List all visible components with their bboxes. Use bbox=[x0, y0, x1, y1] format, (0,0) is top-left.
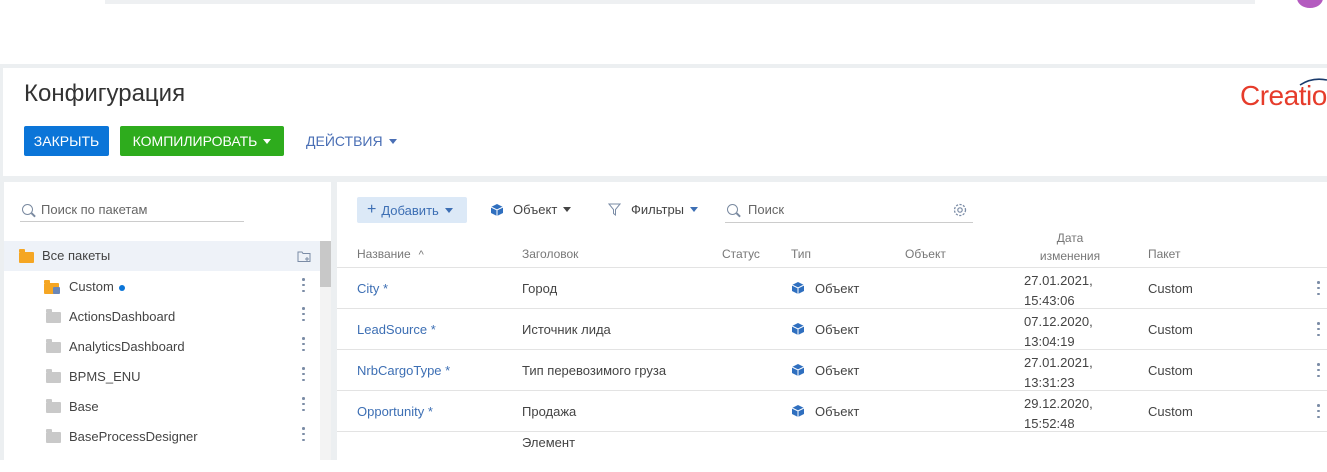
folder-icon bbox=[46, 429, 61, 443]
scrollbar-thumb[interactable] bbox=[320, 241, 331, 287]
more-options-icon[interactable] bbox=[302, 337, 305, 351]
package-item-custom[interactable]: Custom bbox=[69, 279, 125, 294]
row-package: Custom bbox=[1148, 363, 1193, 378]
type-filter-dropdown[interactable]: Объект bbox=[490, 202, 572, 217]
gear-icon[interactable] bbox=[952, 202, 968, 218]
row-name[interactable]: NrbCargoType * bbox=[357, 363, 450, 378]
row-more-options-icon[interactable] bbox=[1317, 322, 1320, 336]
all-packages-label: Все пакеты bbox=[42, 248, 111, 263]
row-package: Custom bbox=[1148, 322, 1193, 337]
cube-icon bbox=[791, 282, 805, 294]
row-name[interactable]: LeadSource * bbox=[357, 322, 436, 337]
package-item-baseprocessdesigner[interactable]: BaseProcessDesigner bbox=[69, 429, 198, 444]
logo-swoosh-icon bbox=[1299, 78, 1327, 86]
filter-icon bbox=[608, 203, 621, 216]
filters-dropdown[interactable]: Фильтры bbox=[608, 202, 699, 217]
package-item-bpms-enu[interactable]: BPMS_ENU bbox=[69, 369, 141, 384]
row-more-options-icon[interactable] bbox=[1317, 404, 1320, 418]
package-item-actionsdashboard[interactable]: ActionsDashboard bbox=[69, 309, 175, 324]
column-header-modified-date[interactable]: Дата изменения bbox=[1025, 229, 1115, 265]
package-search-placeholder: Поиск по пакетам bbox=[41, 202, 148, 217]
chevron-down-icon bbox=[263, 138, 272, 144]
close-button-label: ЗАКРЫТЬ bbox=[33, 133, 100, 149]
chevron-down-icon bbox=[388, 138, 397, 144]
package-item-analyticsdashboard[interactable]: AnalyticsDashboard bbox=[69, 339, 185, 354]
add-folder-icon[interactable] bbox=[297, 250, 311, 263]
column-header-type[interactable]: Тип bbox=[791, 247, 811, 261]
more-options-icon[interactable] bbox=[302, 427, 305, 441]
filters-label: Фильтры bbox=[631, 202, 685, 217]
row-more-options-icon[interactable] bbox=[1317, 363, 1320, 377]
row-type: Объект bbox=[815, 281, 860, 296]
folder-icon bbox=[46, 339, 61, 353]
row-modified-date: 29.12.2020, 15:52:48 bbox=[1024, 396, 1093, 431]
column-header-caption[interactable]: Заголовок bbox=[522, 247, 578, 261]
type-filter-label: Объект bbox=[513, 202, 558, 217]
row-modified-date: 07.12.2020, 13:04:19 bbox=[1024, 314, 1093, 349]
add-button[interactable]: + Добавить bbox=[357, 197, 467, 223]
row-caption: Город bbox=[522, 281, 558, 296]
row-caption: Источник лида bbox=[522, 322, 611, 337]
column-header-name[interactable]: Название ^ bbox=[357, 247, 424, 261]
row-modified-date: 27.01.2021, 13:31:23 bbox=[1024, 355, 1093, 390]
column-header-package[interactable]: Пакет bbox=[1148, 247, 1180, 261]
scrollbar-track[interactable] bbox=[320, 287, 331, 460]
row-type: Объект bbox=[815, 404, 860, 419]
chevron-down-icon bbox=[563, 207, 572, 212]
more-options-icon[interactable] bbox=[302, 367, 305, 381]
chevron-down-icon bbox=[444, 207, 453, 213]
search-icon bbox=[22, 204, 33, 215]
sort-asc-icon: ^ bbox=[418, 249, 424, 261]
row-more-options-icon[interactable] bbox=[1317, 281, 1320, 295]
compile-button[interactable]: КОМПИЛИРОВАТЬ bbox=[120, 126, 284, 156]
top-bar-fragment bbox=[105, 0, 1255, 4]
row-type: Объект bbox=[815, 322, 860, 337]
add-button-label: Добавить bbox=[381, 202, 439, 218]
cube-icon bbox=[791, 364, 805, 376]
compile-button-label: КОМПИЛИРОВАТЬ bbox=[132, 133, 258, 149]
page-title: Конфигурация bbox=[24, 80, 186, 107]
cube-icon bbox=[490, 203, 504, 216]
chevron-down-icon bbox=[690, 207, 699, 212]
close-button[interactable]: ЗАКРЫТЬ bbox=[24, 126, 109, 156]
lock-icon bbox=[53, 287, 60, 294]
row-name[interactable]: Opportunity * bbox=[357, 404, 433, 419]
plus-icon: + bbox=[367, 201, 377, 218]
actions-button-label: ДЕЙСТВИЯ bbox=[306, 133, 383, 149]
more-options-icon[interactable] bbox=[302, 397, 305, 411]
row-package: Custom bbox=[1148, 404, 1193, 419]
row-name[interactable]: City * bbox=[357, 281, 388, 296]
row-caption: Продажа bbox=[522, 404, 577, 419]
top-strip bbox=[0, 0, 1327, 64]
search-icon bbox=[727, 204, 738, 215]
folder-icon bbox=[19, 249, 34, 263]
folder-icon bbox=[46, 309, 61, 323]
column-header-status[interactable]: Статус bbox=[722, 247, 760, 261]
cube-icon bbox=[791, 405, 805, 417]
folder-icon bbox=[46, 369, 61, 383]
modified-indicator bbox=[118, 284, 125, 291]
object-search-placeholder: Поиск bbox=[748, 202, 785, 217]
folder-icon bbox=[46, 399, 61, 413]
object-search-input[interactable]: Поиск bbox=[725, 198, 973, 223]
row-modified-date: 27.01.2021, 15:43:06 bbox=[1024, 273, 1093, 308]
package-item-base[interactable]: Base bbox=[69, 399, 99, 414]
cube-icon bbox=[791, 323, 805, 335]
page-header bbox=[0, 68, 1327, 176]
row-caption: Тип перевозимого груза bbox=[522, 363, 667, 378]
actions-button[interactable]: ДЕЙСТВИЯ bbox=[306, 126, 406, 156]
row-caption: Элемент bbox=[522, 435, 576, 450]
package-item-custom-icon-wrap bbox=[44, 280, 62, 294]
row-package: Custom bbox=[1148, 281, 1193, 296]
more-options-icon[interactable] bbox=[302, 307, 305, 321]
package-search-input[interactable]: Поиск по пакетам bbox=[20, 198, 244, 222]
more-options-icon[interactable] bbox=[302, 278, 305, 292]
row-type: Объект bbox=[815, 363, 860, 378]
table-row[interactable] bbox=[337, 431, 1327, 472]
column-header-object[interactable]: Объект bbox=[905, 247, 946, 261]
